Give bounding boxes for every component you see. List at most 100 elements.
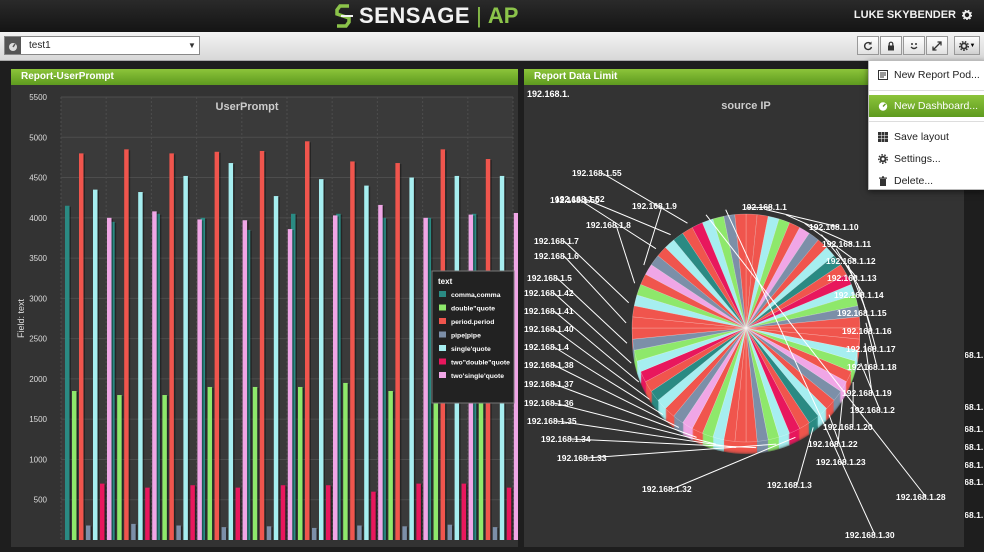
- pie-label: 192.168.1.9: [632, 201, 677, 211]
- bar: [169, 153, 174, 540]
- pie-label: 192.168.1.3: [767, 480, 812, 490]
- bar-shadow: [167, 396, 169, 540]
- bar: [416, 484, 421, 540]
- pie-label: 192.168.1.7: [534, 236, 579, 246]
- bar-shadow: [129, 150, 131, 540]
- smile-icon: [909, 41, 919, 51]
- bar: [395, 163, 400, 540]
- menu-save-layout[interactable]: Save layout: [869, 126, 984, 148]
- pie-label: 192.168.1.18: [847, 362, 897, 372]
- bar-shadow: [219, 153, 221, 540]
- pie-label: 192.168.1.10: [809, 222, 859, 232]
- menu-item-label: Save layout: [894, 131, 949, 143]
- settings-dropdown-menu: New Report Pod... New Dashboard... Save …: [868, 60, 984, 190]
- bar-shadow: [115, 223, 117, 540]
- lock-icon: [886, 41, 896, 51]
- bar-shadow: [369, 187, 371, 540]
- menu-item-label: Settings...: [894, 153, 941, 165]
- bar-shadow: [70, 207, 72, 540]
- bar-shadow: [497, 528, 499, 540]
- bar: [86, 526, 91, 540]
- bar-shadow: [292, 230, 294, 540]
- brand-separator: |: [476, 3, 482, 29]
- y-tick-label: 4500: [29, 174, 47, 183]
- bar: [319, 179, 324, 540]
- settings-menu-button[interactable]: ▼: [954, 36, 980, 55]
- bar: [117, 395, 122, 540]
- dashboard-icon: [878, 101, 888, 111]
- pod-title[interactable]: Report-UserPrompt: [11, 69, 518, 85]
- pie-label: 192.168.1.5: [527, 273, 572, 283]
- bar-shadow: [174, 154, 176, 540]
- expand-icon: [932, 41, 942, 51]
- lock-button[interactable]: [880, 36, 902, 55]
- y-tick-label: 5500: [29, 93, 47, 102]
- bar: [229, 163, 234, 540]
- bar-shadow: [122, 396, 124, 540]
- bar: [479, 391, 484, 540]
- bar: [152, 211, 157, 540]
- bar-shadow: [136, 525, 138, 540]
- bar-chart: 5001000150020002500300035004000450050005…: [11, 85, 518, 547]
- bar: [197, 219, 202, 540]
- bar: [190, 485, 195, 540]
- bar-shadow: [160, 215, 162, 540]
- bar-shadow: [421, 485, 423, 540]
- chart-legend: textcomma,commadouble"quoteperiod.period…: [432, 271, 514, 403]
- bar: [243, 220, 248, 540]
- bar: [357, 526, 362, 540]
- bar-shadow: [98, 191, 100, 540]
- bar: [162, 395, 167, 540]
- pie-label: 192.168.1.20: [823, 422, 873, 432]
- menu-item-label: Delete...: [894, 175, 933, 187]
- refresh-button[interactable]: [857, 36, 879, 55]
- user-menu[interactable]: LUKE SKYBENDER: [854, 9, 972, 21]
- y-tick-label: 4000: [29, 214, 47, 223]
- menu-delete[interactable]: Delete...: [869, 170, 984, 192]
- bar: [208, 387, 213, 540]
- bar: [350, 161, 355, 540]
- bar: [402, 526, 407, 540]
- pie-label: 192.168.1.1: [742, 202, 787, 212]
- user-name: LUKE SKYBENDER: [854, 9, 956, 21]
- bar-shadow: [157, 212, 159, 540]
- menu-new-dashboard[interactable]: New Dashboard...: [869, 95, 984, 117]
- bar-shadow: [181, 527, 183, 540]
- dashboard-select[interactable]: test1 ▼: [4, 36, 200, 55]
- bar-shadow: [84, 154, 86, 540]
- sensage-logo: SENSAGE | AP: [335, 2, 518, 30]
- gear-icon: [959, 41, 969, 51]
- bar-shadow: [205, 219, 207, 540]
- mood-button[interactable]: [903, 36, 925, 55]
- bar: [434, 399, 439, 540]
- pie-label: 192.168.1.40: [524, 324, 574, 334]
- bar-shadow: [112, 219, 114, 540]
- bar-shadow: [278, 197, 280, 540]
- bar-shadow: [324, 180, 326, 540]
- refresh-icon: [863, 41, 873, 51]
- bar: [298, 387, 303, 540]
- bar: [267, 526, 272, 540]
- bar: [107, 218, 112, 540]
- report-pod-icon: [878, 70, 888, 80]
- fullscreen-button[interactable]: [926, 36, 948, 55]
- bar: [176, 526, 181, 540]
- pie-label: 192.168.1.17: [846, 344, 896, 354]
- bar: [79, 153, 84, 540]
- dashboard-select-value: test1: [29, 40, 185, 51]
- pie-label: 192.168.1.42: [524, 288, 574, 298]
- pie-label: 192.168.1.52: [555, 194, 605, 204]
- menu-settings[interactable]: Settings...: [869, 148, 984, 170]
- pie-label: 192.168.1.41: [524, 306, 574, 316]
- pie-label: 192.168.1.55: [572, 168, 622, 178]
- y-tick-label: 1000: [29, 455, 47, 464]
- bar-shadow: [483, 392, 485, 540]
- bar-shadow: [407, 527, 409, 540]
- legend-entry: period.period: [451, 319, 494, 326]
- clipped-label: 192.168.1.: [965, 402, 983, 412]
- bar-shadow: [250, 231, 252, 540]
- legend-swatch: [439, 318, 446, 324]
- menu-new-report-pod[interactable]: New Report Pod...: [869, 64, 984, 86]
- bar: [305, 141, 310, 540]
- chevron-down-icon: ▼: [185, 41, 199, 50]
